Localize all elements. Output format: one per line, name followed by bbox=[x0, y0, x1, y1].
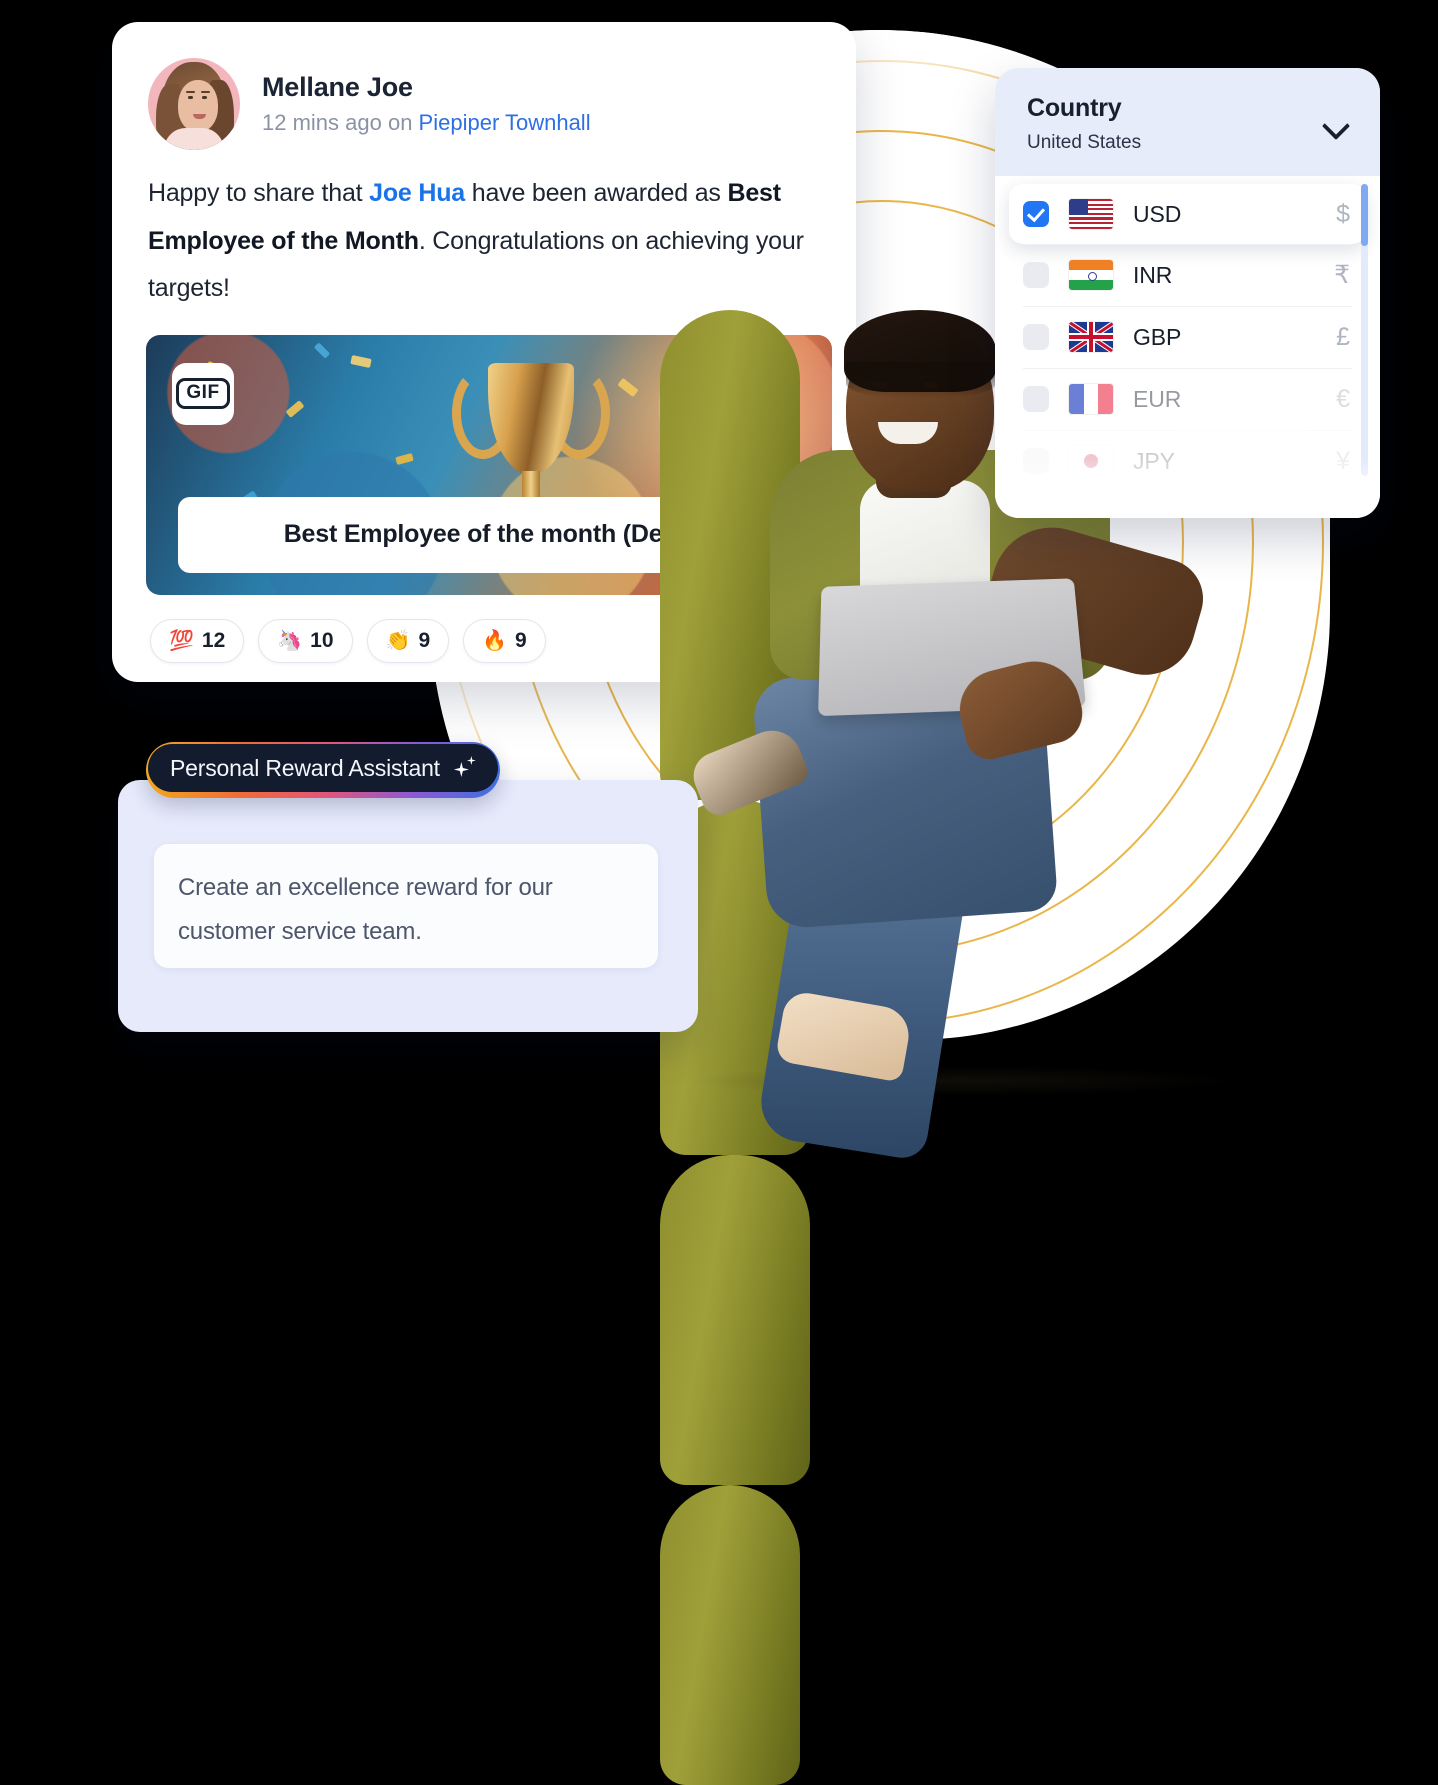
currency-checkbox-inr[interactable] bbox=[1023, 262, 1049, 288]
currency-row-inr[interactable]: INR ₹ bbox=[995, 244, 1380, 306]
reaction-count: 12 bbox=[201, 628, 226, 652]
post-meta: 12 mins ago on Piepiper Townhall bbox=[262, 111, 591, 135]
gif-badge: GIF bbox=[172, 362, 234, 425]
reaction-chip-hundred[interactable]: 💯 12 bbox=[150, 618, 245, 663]
jp-flag-icon bbox=[1069, 446, 1113, 476]
currency-checkbox-gbp[interactable] bbox=[1023, 324, 1049, 350]
gb-flag-icon bbox=[1069, 322, 1113, 352]
gif-badge-label: GIF bbox=[176, 378, 230, 409]
post-timestamp: 12 mins ago on bbox=[262, 110, 419, 136]
currency-symbol: £ bbox=[1336, 322, 1350, 351]
reaction-chip-fire[interactable]: 🔥 9 bbox=[463, 618, 546, 663]
post-author-block: Mellane Joe 12 mins ago on Piepiper Town… bbox=[262, 71, 591, 136]
hundred-points-icon: 💯 bbox=[169, 629, 194, 652]
post-channel-link[interactable]: Piepiper Townhall bbox=[419, 110, 591, 135]
currency-row-jpy[interactable]: JPY ¥ bbox=[995, 430, 1380, 492]
sparkle-icon bbox=[452, 756, 476, 780]
reaction-count: 9 bbox=[515, 628, 527, 652]
currency-checkbox-jpy[interactable] bbox=[1023, 448, 1049, 474]
currency-checkbox-eur[interactable] bbox=[1023, 386, 1049, 412]
assistant-prompt-text: Create an excellence reward for our cust… bbox=[178, 874, 553, 946]
unicorn-icon: 🦄 bbox=[277, 629, 303, 652]
currency-code: EUR bbox=[1133, 385, 1182, 412]
reaction-count: 9 bbox=[418, 628, 431, 652]
currency-symbol: ¥ bbox=[1336, 446, 1350, 475]
fire-icon: 🔥 bbox=[482, 629, 508, 652]
post-author-name: Mellane Joe bbox=[262, 71, 413, 102]
clap-icon: 👏 bbox=[385, 629, 411, 652]
in-flag-icon bbox=[1069, 260, 1113, 290]
currency-code: USD bbox=[1133, 200, 1182, 227]
currency-row-eur[interactable]: EUR € bbox=[995, 368, 1380, 430]
assistant-prompt-input[interactable]: Create an excellence reward for our cust… bbox=[154, 844, 658, 968]
composite-stage: Mellane Joe 12 mins ago on Piepiper Town… bbox=[0, 0, 1438, 1785]
post-body-text: Happy to share that Joe Hua have been aw… bbox=[112, 150, 856, 313]
currency-code: INR bbox=[1133, 261, 1173, 288]
currency-list: USD $ INR ₹ GBP £ EUR € JPY ¥ bbox=[995, 176, 1380, 492]
eu-flag-icon bbox=[1069, 384, 1113, 414]
post-text-part1: Happy to share that bbox=[148, 179, 370, 207]
currency-checkbox-usd[interactable] bbox=[1023, 201, 1049, 227]
currency-code: GBP bbox=[1133, 323, 1182, 350]
currency-row-gbp[interactable]: GBP £ bbox=[995, 306, 1380, 368]
post-mention-link[interactable]: Joe Hua bbox=[369, 179, 465, 207]
selected-country-value: United States bbox=[1027, 132, 1142, 153]
assistant-panel: Create an excellence reward for our cust… bbox=[118, 780, 698, 1032]
post-header: Mellane Joe 12 mins ago on Piepiper Town… bbox=[112, 22, 856, 150]
post-text-part2: have been awarded as bbox=[465, 179, 728, 207]
currency-code: JPY bbox=[1133, 447, 1175, 474]
reaction-chip-unicorn[interactable]: 🦄 10 bbox=[258, 618, 353, 663]
country-currency-card: Country United States USD $ INR ₹ GBP £ … bbox=[995, 68, 1380, 518]
country-label: Country bbox=[1027, 94, 1122, 122]
us-flag-icon bbox=[1069, 199, 1113, 229]
chevron-down-icon[interactable] bbox=[1326, 114, 1348, 136]
gif-caption-text: Best Employee of the month (Dec) bbox=[283, 520, 685, 548]
country-selector-header[interactable]: Country United States bbox=[995, 68, 1380, 176]
scrollbar-thumb[interactable] bbox=[1361, 184, 1368, 246]
currency-symbol: € bbox=[1336, 384, 1350, 413]
assistant-title-pill[interactable]: Personal Reward Assistant bbox=[146, 742, 500, 798]
avatar[interactable] bbox=[148, 58, 240, 150]
currency-list-scrollbar[interactable] bbox=[1361, 184, 1368, 476]
reaction-count: 10 bbox=[310, 628, 334, 652]
assistant-title-label: Personal Reward Assistant bbox=[170, 754, 440, 781]
currency-symbol: ₹ bbox=[1334, 261, 1350, 289]
reaction-chip-clap[interactable]: 👏 9 bbox=[366, 618, 450, 663]
currency-row-usd[interactable]: USD $ bbox=[1009, 184, 1366, 244]
currency-symbol: $ bbox=[1336, 199, 1350, 228]
